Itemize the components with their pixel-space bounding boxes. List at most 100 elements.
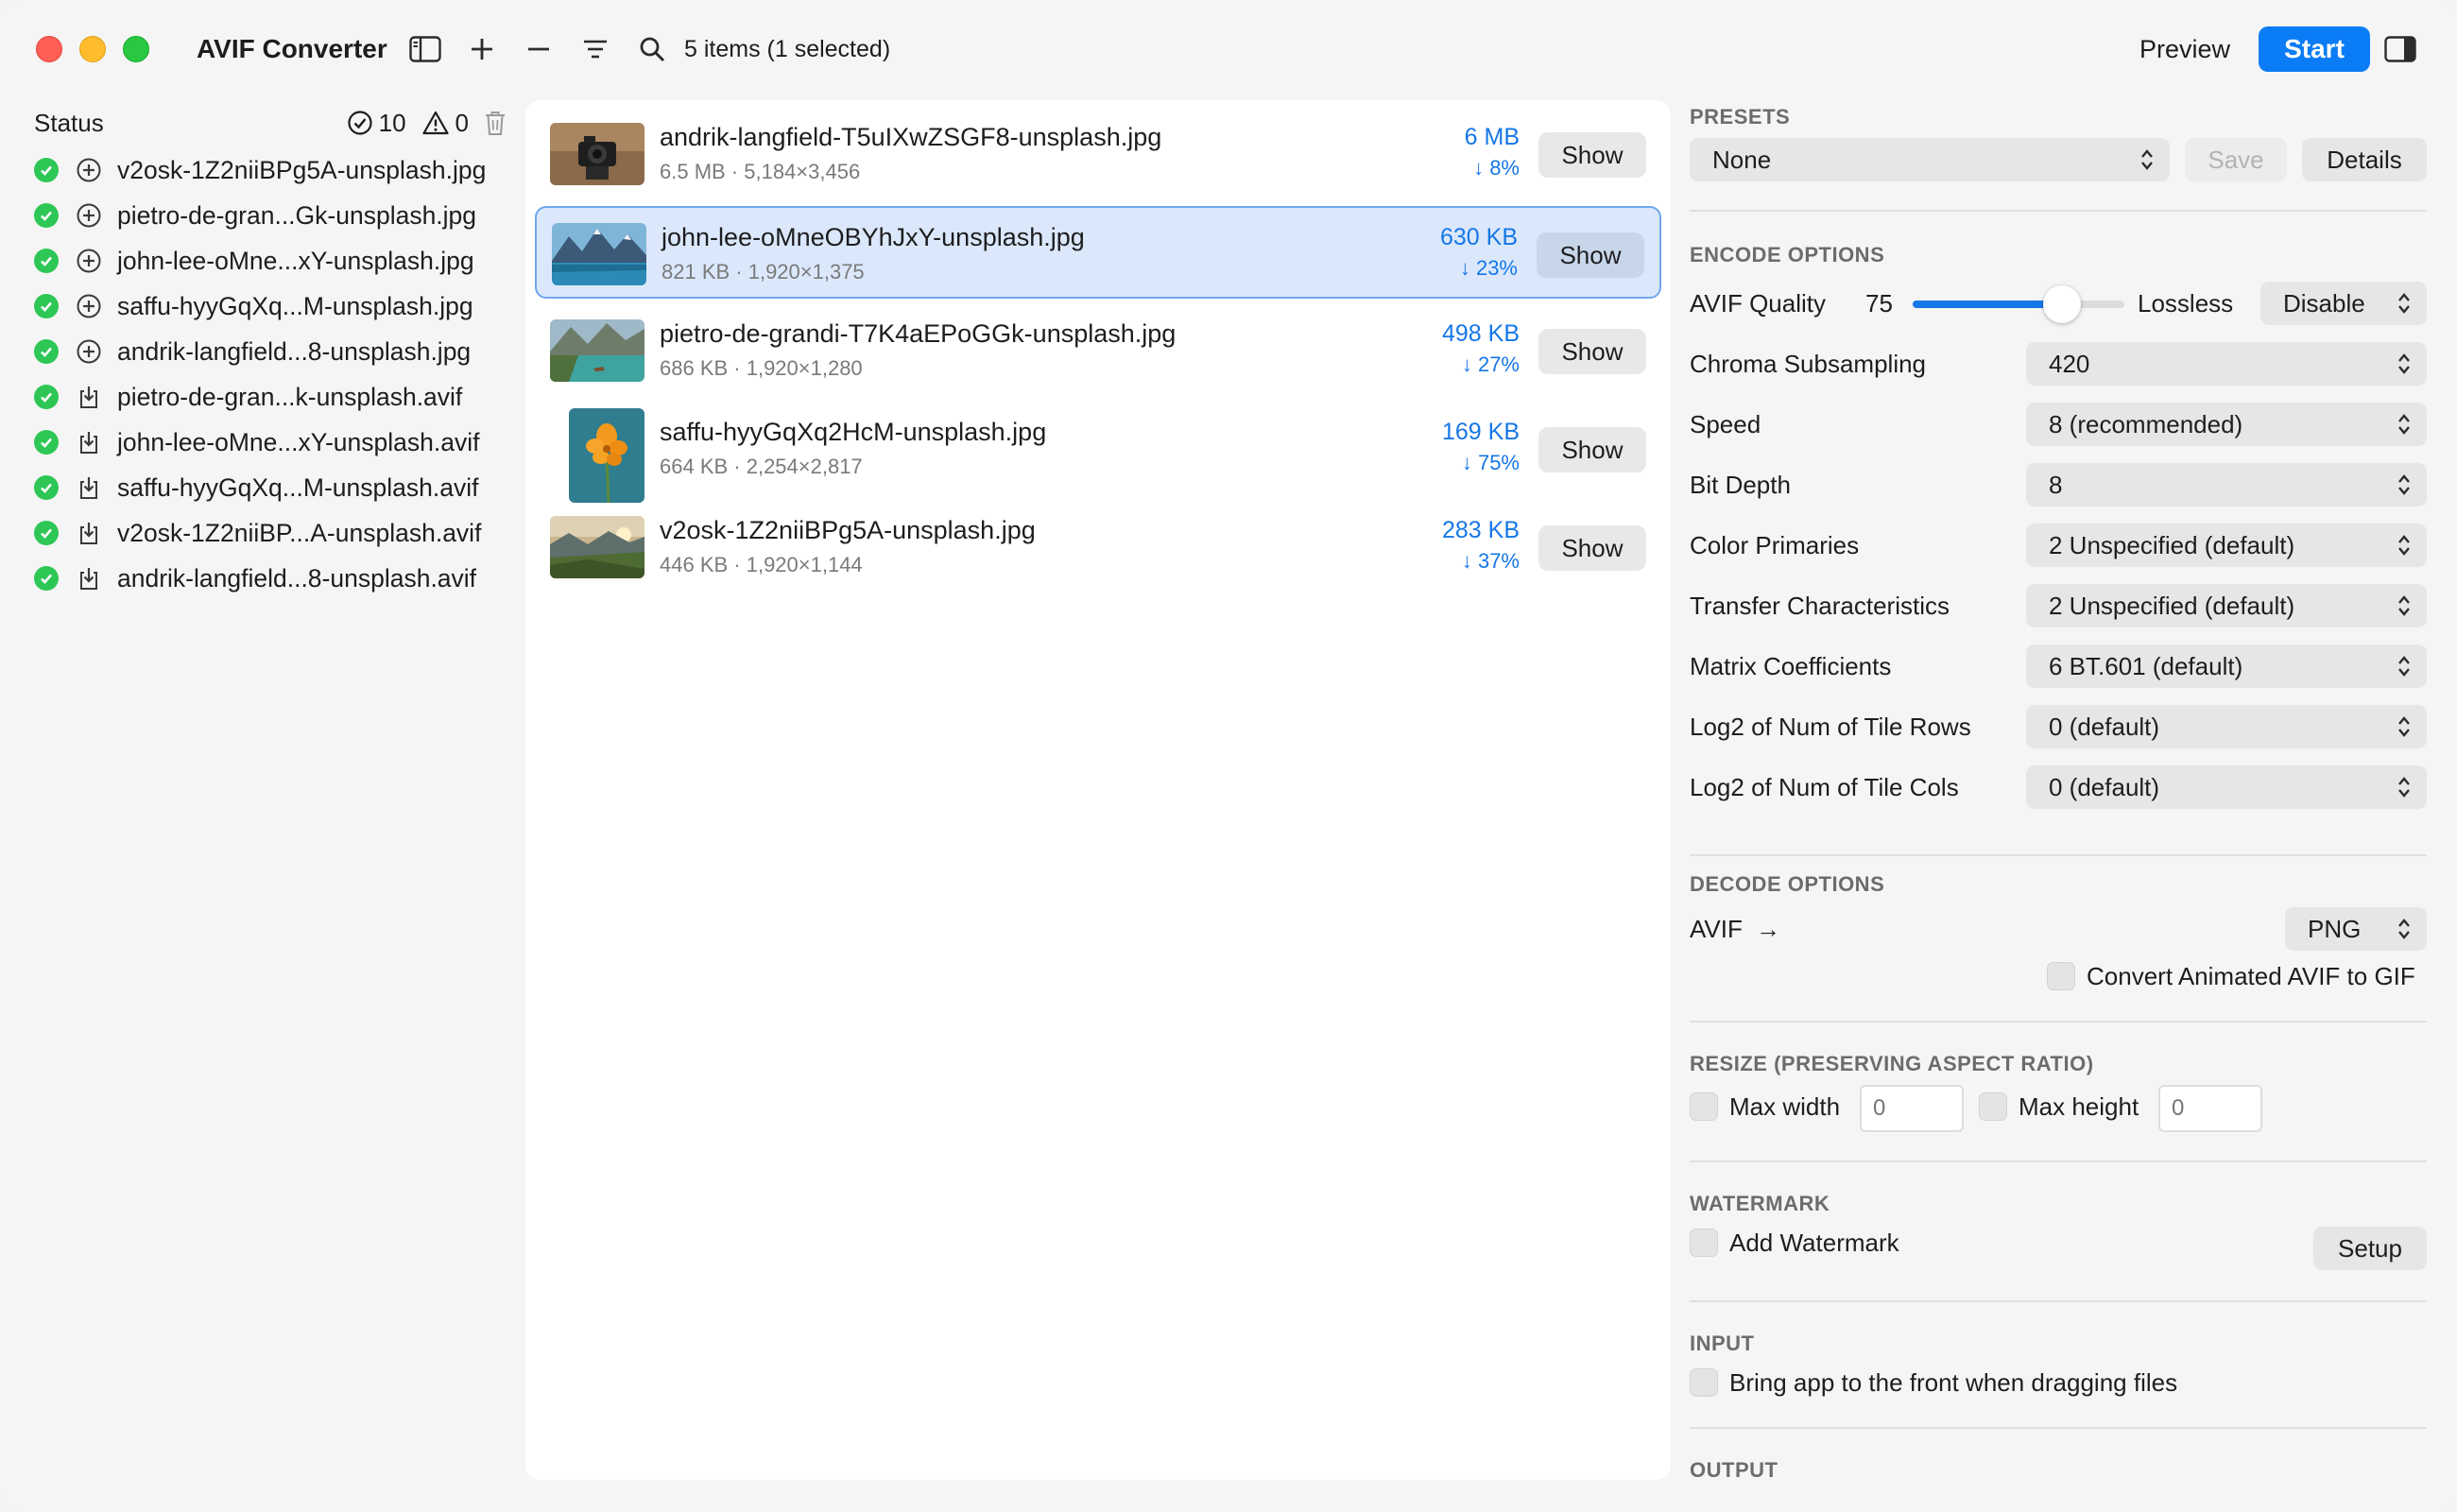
lossless-popup[interactable]: Disable [2260, 282, 2427, 325]
done-count-value: 10 [378, 108, 406, 137]
trash-icon[interactable] [484, 110, 507, 136]
add-icon[interactable] [461, 28, 503, 70]
chevron-updown-icon [2398, 414, 2410, 435]
list-item-label: v2osk-1Z2niiBP...A-unsplash.avif [117, 518, 482, 547]
chevron-updown-icon [2398, 656, 2410, 677]
bring-to-front-checkbox[interactable] [1690, 1368, 1718, 1397]
file-thumbnail [550, 516, 644, 578]
size-reduction: ↓ 23% [1459, 256, 1518, 280]
chevron-updown-icon [2398, 777, 2410, 798]
file-meta: 446 KB · 1,920×1,144 [660, 553, 863, 576]
tile-cols-popup[interactable]: 0 (default) [2026, 765, 2427, 809]
file-thumbnail [550, 123, 644, 185]
size-reduction: ↓ 8% [1473, 156, 1520, 180]
max-height-label: Max height [2019, 1092, 2139, 1121]
file-name: andrik-langfield-T5uIXwZSGF8-unsplash.jp… [660, 123, 1162, 151]
watermark-setup-button[interactable]: Setup [2313, 1227, 2427, 1270]
list-item-label: saffu-hyyGqXq...M-unsplash.jpg [117, 291, 473, 320]
transfer-characteristics-popup[interactable]: 2 Unspecified (default) [2026, 584, 2427, 627]
list-item[interactable]: john-lee-oMne...xY-unsplash.avif [34, 420, 516, 465]
file-row[interactable]: john-lee-oMneOBYhJxY-unsplash.jpg 821 KB… [535, 206, 1661, 299]
decode-format-popup[interactable]: PNG [2285, 907, 2427, 951]
list-item[interactable]: v2osk-1Z2niiBPg5A-unsplash.jpg [34, 147, 516, 193]
chevron-updown-icon [2398, 716, 2410, 737]
max-width-checkbox[interactable] [1690, 1092, 1718, 1121]
close-window-button[interactable] [36, 36, 62, 62]
add-watermark-checkbox[interactable] [1690, 1228, 1718, 1257]
sort-filter-icon[interactable] [575, 28, 616, 70]
start-button[interactable]: Start [2259, 26, 2370, 72]
bring-to-front-label: Bring app to the front when dragging fil… [1729, 1368, 2178, 1397]
list-item[interactable]: saffu-hyyGqXq...M-unsplash.avif [34, 465, 516, 510]
quality-slider-knob[interactable] [2043, 285, 2081, 323]
file-row[interactable]: saffu-hyyGqXq2HcM-unsplash.jpg 664 KB · … [535, 403, 1661, 503]
file-row[interactable]: andrik-langfield-T5uIXwZSGF8-unsplash.jp… [535, 108, 1661, 200]
show-button[interactable]: Show [1538, 525, 1646, 571]
warning-count-value: 0 [455, 108, 469, 137]
save-preset-button[interactable]: Save [2185, 138, 2287, 181]
zoom-window-button[interactable] [123, 36, 149, 62]
resize-section-title: RESIZE (PRESERVING ASPECT RATIO) [1690, 1052, 2094, 1075]
size-reduction: ↓ 75% [1461, 451, 1520, 474]
preset-details-button[interactable]: Details [2302, 138, 2427, 181]
list-item[interactable]: pietro-de-gran...Gk-unsplash.jpg [34, 193, 516, 238]
status-header: Status 10 0 [34, 104, 507, 142]
success-icon [34, 475, 59, 500]
tile-rows-popup[interactable]: 0 (default) [2026, 705, 2427, 748]
max-height-input[interactable] [2158, 1085, 2262, 1132]
file-row[interactable]: pietro-de-grandi-T7K4aEPoGGk-unsplash.jp… [535, 304, 1661, 397]
max-height-checkbox[interactable] [1979, 1092, 2007, 1121]
show-button[interactable]: Show [1537, 232, 1644, 278]
preview-button[interactable]: Preview [2126, 28, 2243, 70]
matrix-coefficients-popup[interactable]: 6 BT.601 (default) [2026, 644, 2427, 688]
remove-icon[interactable] [518, 28, 559, 70]
list-item[interactable]: pietro-de-gran...k-unsplash.avif [34, 374, 516, 420]
animated-gif-checkbox[interactable] [2047, 962, 2075, 990]
speed-popup[interactable]: 8 (recommended) [2026, 403, 2427, 446]
chevron-updown-icon [2398, 595, 2410, 616]
preset-popup[interactable]: None [1690, 138, 2170, 181]
list-item-label: pietro-de-gran...k-unsplash.avif [117, 382, 463, 411]
save-to-disk-icon [76, 520, 102, 546]
presets-section-title: PRESETS [1690, 105, 1791, 129]
bit-depth-popup[interactable]: 8 [2026, 463, 2427, 507]
file-name: john-lee-oMneOBYhJxY-unsplash.jpg [662, 223, 1085, 251]
list-item[interactable]: saffu-hyyGqXq...M-unsplash.jpg [34, 284, 516, 329]
animated-gif-label: Convert Animated AVIF to GIF [2087, 962, 2415, 990]
quality-slider[interactable] [1913, 285, 2124, 323]
add-circle-icon [76, 157, 102, 183]
file-meta: 6.5 MB · 5,184×3,456 [660, 160, 861, 183]
show-button[interactable]: Show [1538, 427, 1646, 472]
sidebar-toggle-icon[interactable] [404, 28, 446, 70]
list-item[interactable]: v2osk-1Z2niiBP...A-unsplash.avif [34, 510, 516, 556]
show-button[interactable]: Show [1538, 329, 1646, 374]
chevron-updown-icon [2398, 474, 2410, 495]
toolbar: AVIF Converter 5 items (1 selected) Prev… [0, 0, 2457, 100]
chroma-subsampling-popup[interactable]: 420 [2026, 342, 2427, 386]
success-icon [34, 203, 59, 228]
list-item[interactable]: andrik-langfield...8-unsplash.jpg [34, 329, 516, 374]
list-item-label: pietro-de-gran...Gk-unsplash.jpg [117, 200, 477, 230]
decode-from-label: AVIF [1690, 915, 1743, 943]
section-divider [1690, 1300, 2427, 1302]
settings-panel: PRESETS None Save Details ENCODE OPTIONS… [1690, 100, 2427, 1512]
popup-value: 6 BT.601 (default) [2049, 652, 2243, 680]
inspector-toggle-icon[interactable] [2380, 28, 2421, 70]
max-width-input[interactable] [1860, 1085, 1964, 1132]
section-divider [1690, 1021, 2427, 1022]
bit-depth-label: Bit Depth [1690, 471, 1791, 499]
search-icon[interactable] [631, 28, 673, 70]
list-item[interactable]: andrik-langfield...8-unsplash.avif [34, 556, 516, 601]
chevron-updown-icon [2398, 353, 2410, 374]
color-primaries-popup[interactable]: 2 Unspecified (default) [2026, 524, 2427, 567]
success-icon [34, 294, 59, 318]
list-item-label: saffu-hyyGqXq...M-unsplash.avif [117, 472, 479, 502]
list-item[interactable]: john-lee-oMne...xY-unsplash.jpg [34, 238, 516, 284]
file-row[interactable]: v2osk-1Z2niiBPg5A-unsplash.jpg 446 KB · … [535, 501, 1661, 593]
file-thumbnail [569, 408, 644, 503]
max-width-label: Max width [1729, 1092, 1841, 1121]
minimize-window-button[interactable] [79, 36, 106, 62]
show-button[interactable]: Show [1538, 132, 1646, 178]
input-section-title: INPUT [1690, 1332, 1755, 1355]
success-icon [34, 566, 59, 591]
